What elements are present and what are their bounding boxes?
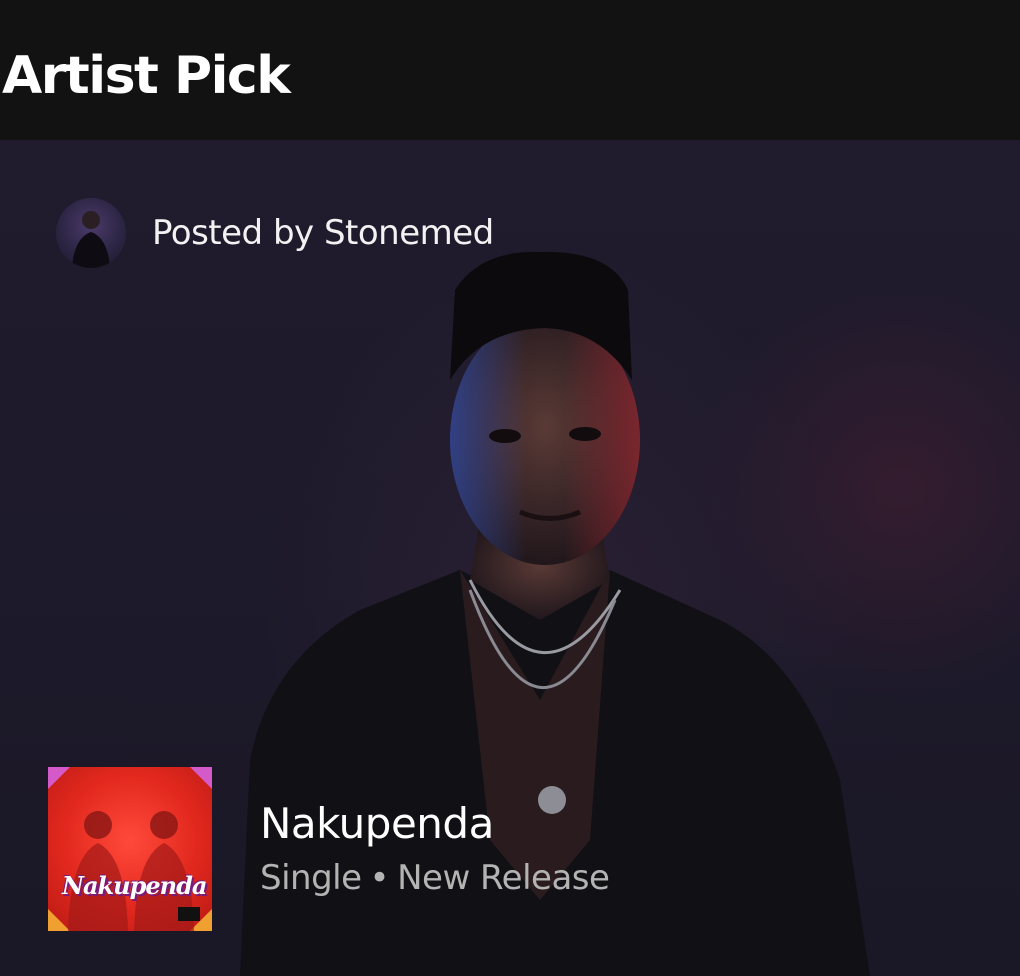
album-cover[interactable]: Nakupenda [48,767,212,931]
release-meta: Nakupenda Single • New Release [260,799,610,899]
posted-by-row[interactable]: Posted by Stonemed [56,198,494,268]
section-header: Artist Pick [0,0,1020,140]
section-title: Artist Pick [2,46,291,106]
cover-title: Nakupenda [62,871,207,900]
separator-dot: • [369,858,390,898]
release-title[interactable]: Nakupenda [260,799,609,849]
release-subtitle: Single • New Release [260,857,610,899]
person-icon [72,211,110,268]
artist-avatar[interactable] [56,198,126,268]
release-row[interactable]: Nakupenda Nakupenda Single • New Release [48,767,610,931]
release-status: New Release [397,858,610,898]
posted-by-label: Posted by Stonemed [152,213,494,253]
cover-art-icon [48,767,212,931]
artist-pick-card[interactable]: Posted by Stonemed Nakupenda Nakupenda S… [0,140,1020,976]
release-type: Single [260,858,362,898]
